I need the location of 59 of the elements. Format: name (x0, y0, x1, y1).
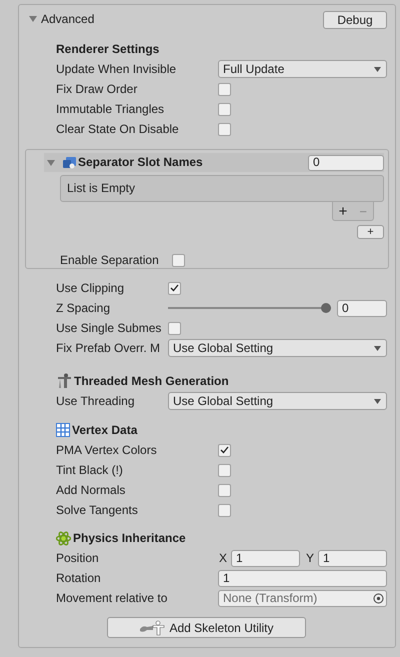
checkbox[interactable] (218, 444, 231, 456)
slider-thumb[interactable] (321, 303, 331, 313)
number-field[interactable]: 0 (337, 300, 387, 316)
add-button[interactable]: + (338, 204, 348, 218)
field-label: Fix Prefab Overr. M (56, 340, 162, 356)
debug-button[interactable]: Debug (323, 11, 387, 29)
axis-label: Y (306, 550, 314, 566)
field-label: Immutable Triangles (56, 102, 166, 116)
field-label: Tint Black (!) (56, 462, 124, 478)
caret-icon (373, 396, 382, 406)
target-icon (373, 592, 384, 604)
checkbox[interactable] (218, 504, 231, 516)
field-label: Fix Draw Order (56, 82, 138, 96)
empty-list: List is Empty (60, 175, 384, 202)
checkbox[interactable] (218, 102, 231, 116)
checkbox[interactable] (172, 254, 185, 266)
foldout-header[interactable]: Advanced (29, 12, 94, 26)
section-title: Threaded Mesh Generation (74, 374, 229, 388)
field-label: Clear State On Disable (56, 122, 180, 136)
checkbox[interactable] (218, 464, 231, 476)
dropdown[interactable]: Full Update (218, 60, 387, 78)
caret-icon (373, 344, 382, 352)
grid-icon (56, 423, 70, 437)
field-label: Add Normals (56, 482, 126, 498)
caret-icon (373, 64, 382, 74)
figure-icon (56, 373, 72, 389)
section-title: Renderer Settings (56, 42, 160, 56)
field-label: Rotation (56, 570, 102, 586)
add-button[interactable]: + (357, 225, 384, 239)
dropdown[interactable]: Use Global Setting (168, 392, 387, 410)
checkbox[interactable] (168, 282, 181, 294)
field-label: Use Single Submes (56, 320, 162, 336)
field-label: Position (56, 550, 100, 566)
checkbox[interactable] (218, 82, 231, 96)
field-label: Update When Invisible (56, 62, 178, 76)
bone-figure-icon (139, 620, 166, 636)
section-title: Physics Inheritance (73, 530, 186, 546)
checkbox[interactable] (218, 484, 231, 496)
field-label: Use Clipping (56, 280, 126, 296)
object-field[interactable]: None (Transform) (218, 590, 387, 606)
atom-icon (56, 530, 71, 546)
field-label: Solve Tangents (56, 502, 139, 518)
field-label: PMA Vertex Colors (56, 442, 158, 458)
number-field[interactable]: 1 (218, 570, 387, 586)
checkbox[interactable] (168, 322, 181, 334)
field-label: Movement relative to (56, 590, 168, 606)
count-field[interactable]: 0 (308, 154, 384, 170)
number-field[interactable]: 1 (318, 550, 387, 566)
list-header[interactable]: Separator Slot Names 0 (44, 153, 384, 172)
checkbox[interactable] (218, 122, 231, 136)
axis-label: X (219, 550, 228, 566)
dropdown[interactable]: Use Global Setting (168, 339, 387, 357)
field-label: Enable Separation (60, 252, 160, 268)
section-title: Vertex Data (72, 422, 138, 438)
slot-icon (62, 156, 77, 169)
number-field[interactable]: 1 (231, 550, 300, 566)
add-skeleton-utility-button[interactable]: Add Skeleton Utility (107, 617, 306, 638)
field-label: Use Threading (56, 394, 136, 408)
field-label: Z Spacing (56, 300, 112, 316)
